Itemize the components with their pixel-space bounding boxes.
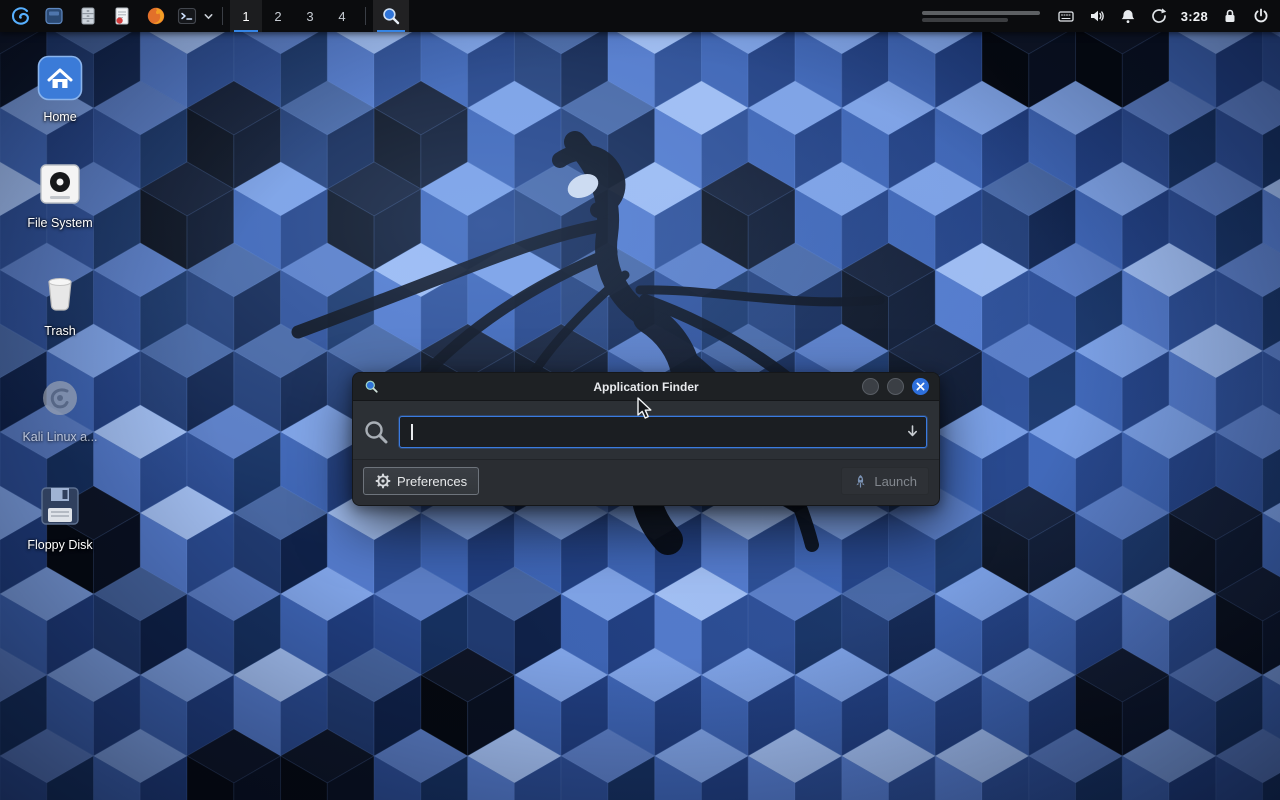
panel-separator xyxy=(222,7,223,25)
desktop-icon-label: Home xyxy=(43,110,76,124)
file-cabinet-icon xyxy=(77,5,99,27)
launch-button[interactable]: Launch xyxy=(841,467,929,495)
search-icon xyxy=(362,418,390,446)
preferences-label: Preferences xyxy=(397,474,467,489)
panel-ticker xyxy=(922,11,1040,22)
file-manager-icon xyxy=(43,5,65,27)
terminal-icon xyxy=(176,5,198,27)
workspace-button-2[interactable]: 2 xyxy=(262,0,294,32)
kali-disc-icon xyxy=(36,374,84,422)
notifications-tray-button[interactable] xyxy=(1119,7,1137,25)
close-icon xyxy=(916,382,925,391)
preferences-button[interactable]: Preferences xyxy=(363,467,479,495)
launcher-file-manager[interactable] xyxy=(37,0,71,32)
applications-menu-button[interactable] xyxy=(3,0,37,32)
desktop-icon-label: Trash xyxy=(44,324,76,338)
workspace-button-4[interactable]: 4 xyxy=(326,0,358,32)
panel-tray-group: 3:28 xyxy=(922,0,1280,32)
desktop-icon-label: Floppy Disk xyxy=(27,538,92,552)
panel-left-group: 1 2 3 4 xyxy=(0,0,409,32)
top-panel: 1 2 3 4 xyxy=(0,0,1280,32)
launcher-firefox[interactable] xyxy=(139,0,173,32)
finder-search-area xyxy=(353,401,939,459)
bell-icon xyxy=(1119,7,1137,25)
drive-icon xyxy=(36,160,84,208)
taskbar-application-finder[interactable] xyxy=(373,0,409,32)
search-input-field[interactable] xyxy=(400,417,926,447)
gear-icon xyxy=(375,473,391,489)
minimize-button[interactable] xyxy=(862,378,879,395)
desktop-icon-home[interactable]: Home xyxy=(8,54,112,124)
desktop-icon-kali-linux[interactable]: Kali Linux a... xyxy=(8,374,112,444)
desktop-icon-floppy-disk[interactable]: Floppy Disk xyxy=(8,482,112,552)
dropdown-arrow-icon[interactable] xyxy=(905,424,920,439)
application-finder-window: Application Finder xyxy=(352,372,940,506)
updates-tray-button[interactable] xyxy=(1150,7,1168,25)
workspace-label: 2 xyxy=(274,9,281,24)
floppy-icon xyxy=(36,482,84,530)
power-icon xyxy=(1252,7,1270,25)
search-input[interactable] xyxy=(399,416,927,448)
text-editor-icon xyxy=(111,5,133,27)
window-icon-magnifier xyxy=(364,379,379,394)
desktop-icon-label: Kali Linux a... xyxy=(22,430,97,444)
magnifier-icon xyxy=(381,6,401,26)
keyboard-tray-button[interactable] xyxy=(1057,7,1075,25)
titlebar[interactable]: Application Finder xyxy=(353,373,939,401)
desktop-icon-label: File System xyxy=(27,216,92,230)
launcher-terminal[interactable] xyxy=(173,0,201,32)
workspace-label: 4 xyxy=(338,9,345,24)
terminal-dropdown-button[interactable] xyxy=(201,0,215,32)
workspace-button-1[interactable]: 1 xyxy=(230,0,262,32)
chevron-down-icon xyxy=(203,11,214,22)
launcher-file-cabinet[interactable] xyxy=(71,0,105,32)
panel-separator xyxy=(365,7,366,25)
workspace-label: 3 xyxy=(306,9,313,24)
workspace-button-3[interactable]: 3 xyxy=(294,0,326,32)
lock-icon xyxy=(1221,7,1239,25)
trash-icon xyxy=(36,268,84,316)
lock-tray-button[interactable] xyxy=(1221,7,1239,25)
desktop-icon-trash[interactable]: Trash xyxy=(8,268,112,338)
workspace-label: 1 xyxy=(242,9,249,24)
maximize-button[interactable] xyxy=(887,378,904,395)
launch-label: Launch xyxy=(874,474,917,489)
clock[interactable]: 3:28 xyxy=(1181,9,1208,24)
firefox-icon xyxy=(145,5,167,27)
desktop-icon-file-system[interactable]: File System xyxy=(8,160,112,230)
text-caret xyxy=(411,424,413,440)
finder-button-area: Preferences Launch xyxy=(353,459,939,505)
power-tray-button[interactable] xyxy=(1252,7,1270,25)
window-title: Application Finder xyxy=(353,380,939,394)
home-icon xyxy=(36,54,84,102)
launch-rocket-icon xyxy=(853,474,868,489)
kali-menu-icon xyxy=(8,4,32,28)
volume-icon xyxy=(1088,7,1106,25)
sync-arrow-icon xyxy=(1150,7,1168,25)
keyboard-icon xyxy=(1057,7,1075,25)
volume-tray-button[interactable] xyxy=(1088,7,1106,25)
close-button[interactable] xyxy=(912,378,929,395)
launcher-text-editor[interactable] xyxy=(105,0,139,32)
